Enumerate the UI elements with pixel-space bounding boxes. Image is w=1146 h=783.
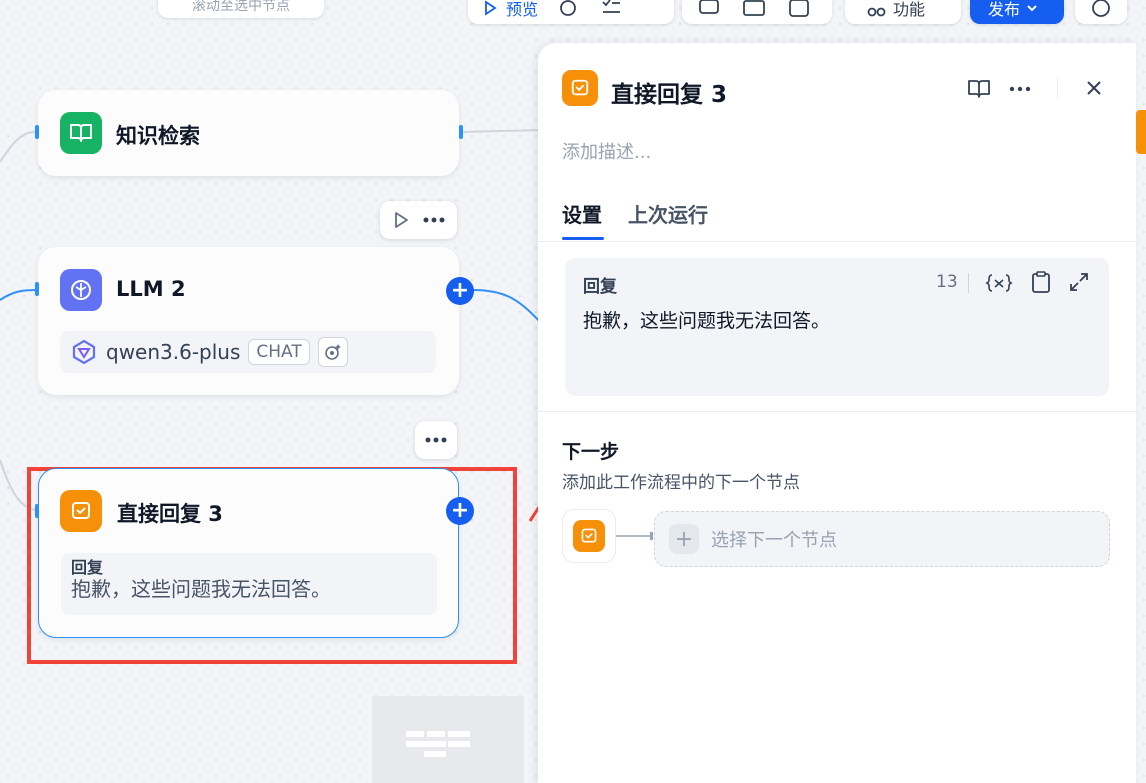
reply-preview-box: 回复 抱歉，这些问题我无法回答。 [61,553,437,615]
tab-last-run[interactable]: 上次运行 [628,199,708,228]
tab-settings[interactable]: 设置 [562,199,602,228]
reply-node-title: 直接回复 3 [117,502,223,526]
llm-node-toolbar [380,201,457,239]
play-icon [485,0,497,16]
feature-icon [867,7,886,17]
knowledge-input-handle[interactable] [35,125,39,139]
copy-icon[interactable] [1031,270,1051,294]
expand-icon[interactable] [1069,272,1089,292]
model-selector[interactable]: qwen3.6-plus CHAT [60,331,436,373]
reply-field-value[interactable]: 抱歉，这些问题我无法回答。 [583,306,830,333]
close-icon[interactable] [1086,80,1102,96]
knowledge-output-handle[interactable] [459,125,463,139]
publish-button[interactable]: 发布 [970,0,1064,24]
tab-active-indicator [562,237,604,240]
llm-input-handle[interactable] [35,282,39,296]
checklist-icon[interactable] [600,0,622,18]
minimap-preview [406,731,470,757]
tools-toolbar [682,0,832,24]
reply-field[interactable]: 回复 13 抱歉，这些问题我无法回答。 [565,258,1109,396]
scroll-to-selected-hint[interactable]: 滚动至选中节点 [158,0,324,18]
more-icon[interactable] [425,437,447,443]
reply-preview-label: 回复 [71,558,104,577]
llm-node[interactable]: LLM 2 qwen3.6-plus CHAT [35,247,459,395]
history-button[interactable] [1075,0,1127,24]
header-divider [1057,77,1058,99]
run-icon[interactable] [558,0,580,18]
direct-reply-node[interactable]: 直接回复 3 回复 抱歉，这些问题我无法回答。 [35,468,459,638]
knowledge-retrieval-node[interactable]: 知识检索 [35,90,463,176]
reply-icon [60,490,102,532]
preview-toolbar: 预览 [468,0,674,24]
history-icon [1092,0,1110,17]
panel-title: 直接回复 3 [611,82,728,108]
preview-button[interactable]: 预览 [482,0,538,20]
next-step-connector [616,532,653,540]
reply-add-next-button[interactable]: + [446,497,474,525]
reply-icon [573,520,605,552]
description-input[interactable]: 添加描述... [562,138,651,164]
env-icon[interactable] [742,0,766,18]
reply-preview-text: 抱歉，这些问题我无法回答。 [71,577,331,601]
offscreen-node-peek [1136,110,1146,154]
publish-label: 发布 [988,0,1021,19]
run-node-play-icon[interactable] [393,211,409,229]
llm-brain-icon [60,269,102,311]
reply-field-label: 回复 [583,277,617,297]
next-step-source-node [562,509,616,563]
section-divider [538,411,1136,412]
panel-reply-icon [562,70,598,106]
char-count: 13 [936,272,958,292]
next-step-title: 下一步 [562,441,620,463]
field-toolbar-divider [968,273,969,293]
variable-x-icon[interactable] [788,0,810,18]
minimap[interactable] [372,696,524,783]
preview-label: 预览 [506,0,539,19]
comment-icon[interactable] [698,0,720,18]
book-icon [60,112,102,154]
variable-icon[interactable] [985,272,1013,294]
feature-label: 功能 [893,0,926,19]
node-settings-panel: 直接回复 3 添加描述... 设置 上次运行 回复 13 抱歉，这些问题我无法回… [538,43,1136,783]
vision-icon [317,337,348,367]
help-doc-icon[interactable] [967,78,991,100]
plus-icon: + [669,524,699,554]
select-next-node[interactable]: + 选择下一个节点 [654,511,1110,567]
model-name: qwen3.6-plus [106,340,241,364]
select-next-placeholder: 选择下一个节点 [711,530,837,551]
chevron-down-icon [1027,5,1037,12]
more-icon[interactable] [1009,86,1031,92]
model-mode-tag: CHAT [248,339,310,365]
qwen-logo-icon [72,339,96,365]
scroll-hint-label: 滚动至选中节点 [192,0,290,14]
knowledge-node-title: 知识检索 [116,124,200,148]
more-icon[interactable] [423,217,445,223]
llm-node-title: LLM 2 [116,277,186,301]
reply-node-toolbar [415,421,457,459]
tabs-divider [538,241,1136,242]
feature-button[interactable]: 功能 [845,0,961,24]
reply-input-handle[interactable] [35,504,39,518]
next-step-description: 添加此工作流程中的下一个节点 [562,473,800,493]
llm-add-next-button[interactable]: + [446,277,474,305]
